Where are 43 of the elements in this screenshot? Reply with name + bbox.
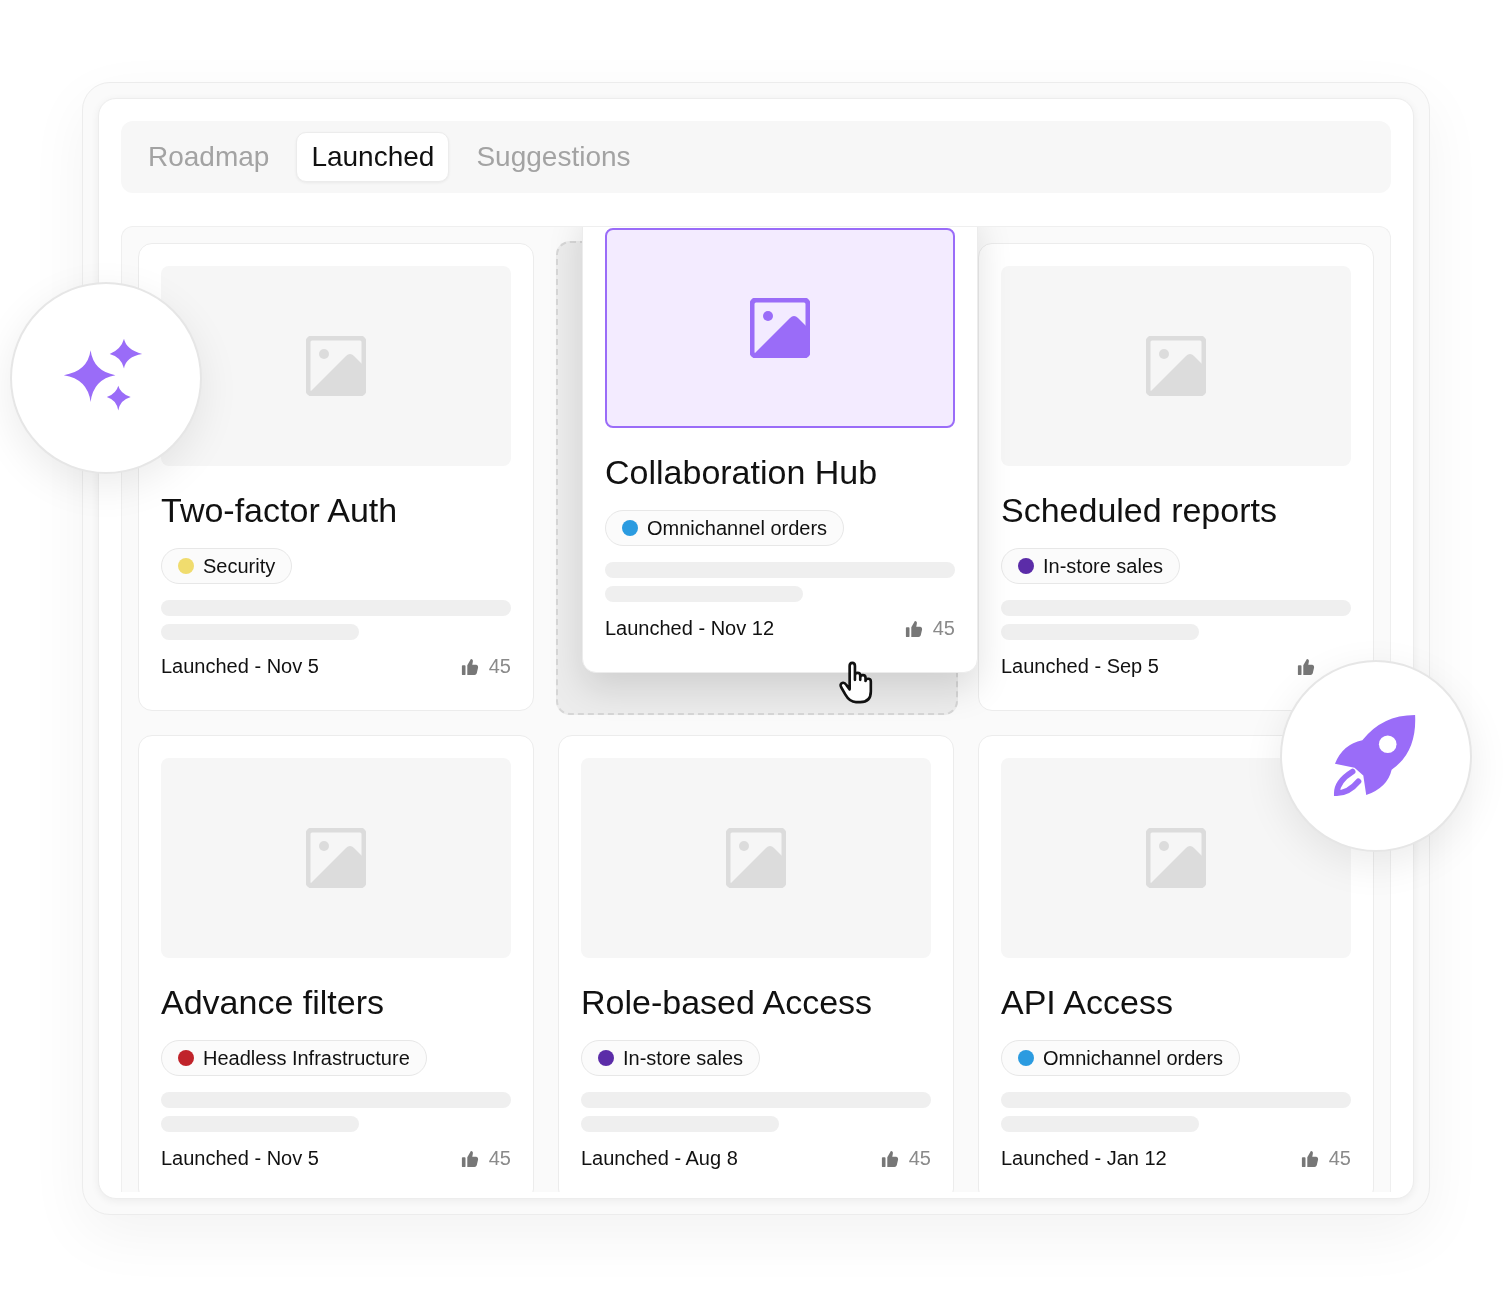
feature-card[interactable]: Advance filters Headless Infrastructure Launched - Nov 5 45 — [138, 735, 534, 1192]
feature-card[interactable]: Collaboration Hub Omnichannel orders Launched - Nov 12 45 — [582, 227, 978, 673]
vote-count: 45 — [488, 1147, 511, 1170]
card-title: Two-factor Auth — [161, 490, 399, 530]
tag-label: Headless Infrastructure — [203, 1046, 410, 1070]
thumbs-up-icon[interactable] — [904, 619, 923, 638]
feature-card[interactable]: Role-based Access In-store sales Launched - Aug 8 45 — [558, 735, 954, 1192]
image-icon — [750, 298, 810, 358]
launch-date: Launched - Jan 12 — [1001, 1147, 1167, 1170]
thumbs-up-icon[interactable] — [1300, 1149, 1319, 1168]
image-icon — [306, 828, 366, 888]
image-icon — [1146, 336, 1206, 396]
vote-count: 45 — [908, 1147, 931, 1170]
tag-label: Security — [203, 554, 276, 578]
launch-date: Launched - Aug 8 — [581, 1147, 738, 1170]
feature-card[interactable]: Two-factor Auth Security Launched - Nov 5 45 — [138, 243, 534, 711]
launch-date: Launched - Nov 5 — [161, 655, 319, 678]
hand-cursor-icon — [838, 661, 874, 705]
card-title: Collaboration Hub — [605, 452, 879, 492]
image-icon — [726, 828, 786, 888]
launch-date: Launched - Nov 5 — [161, 1147, 319, 1170]
image-icon — [306, 336, 366, 396]
thumbs-up-icon[interactable] — [460, 657, 479, 676]
thumbs-up-icon[interactable] — [1297, 657, 1315, 676]
vote-count: 45 — [488, 655, 511, 678]
card-title: API Access — [1001, 982, 1174, 1022]
tag-label: Omnichannel orders — [647, 516, 828, 540]
feature-card[interactable]: API Access Omnichannel orders Launched - Jan 12 45 — [978, 735, 1374, 1192]
tag-label: In-store sales — [623, 1046, 744, 1070]
card-title: Role-based Access — [581, 982, 874, 1022]
vote-count: 45 — [932, 617, 955, 640]
thumbs-up-icon[interactable] — [880, 1149, 899, 1168]
tag-label: Omnichannel orders — [1043, 1046, 1224, 1070]
vote-count: 45 — [1328, 1147, 1351, 1170]
feature-card[interactable]: Scheduled reports In-store sales Launched - Sep 5 — [978, 243, 1374, 711]
card-title: Advance filters — [161, 982, 385, 1022]
tag-label: In-store sales — [1043, 554, 1164, 578]
launch-date: Launched - Sep 5 — [1001, 655, 1159, 678]
launch-date: Launched - Nov 12 — [605, 617, 774, 640]
image-icon — [1146, 828, 1206, 888]
tab[interactable]: Launched — [296, 132, 450, 182]
card-title: Scheduled reports — [1001, 490, 1278, 530]
thumbs-up-icon[interactable] — [460, 1149, 479, 1168]
